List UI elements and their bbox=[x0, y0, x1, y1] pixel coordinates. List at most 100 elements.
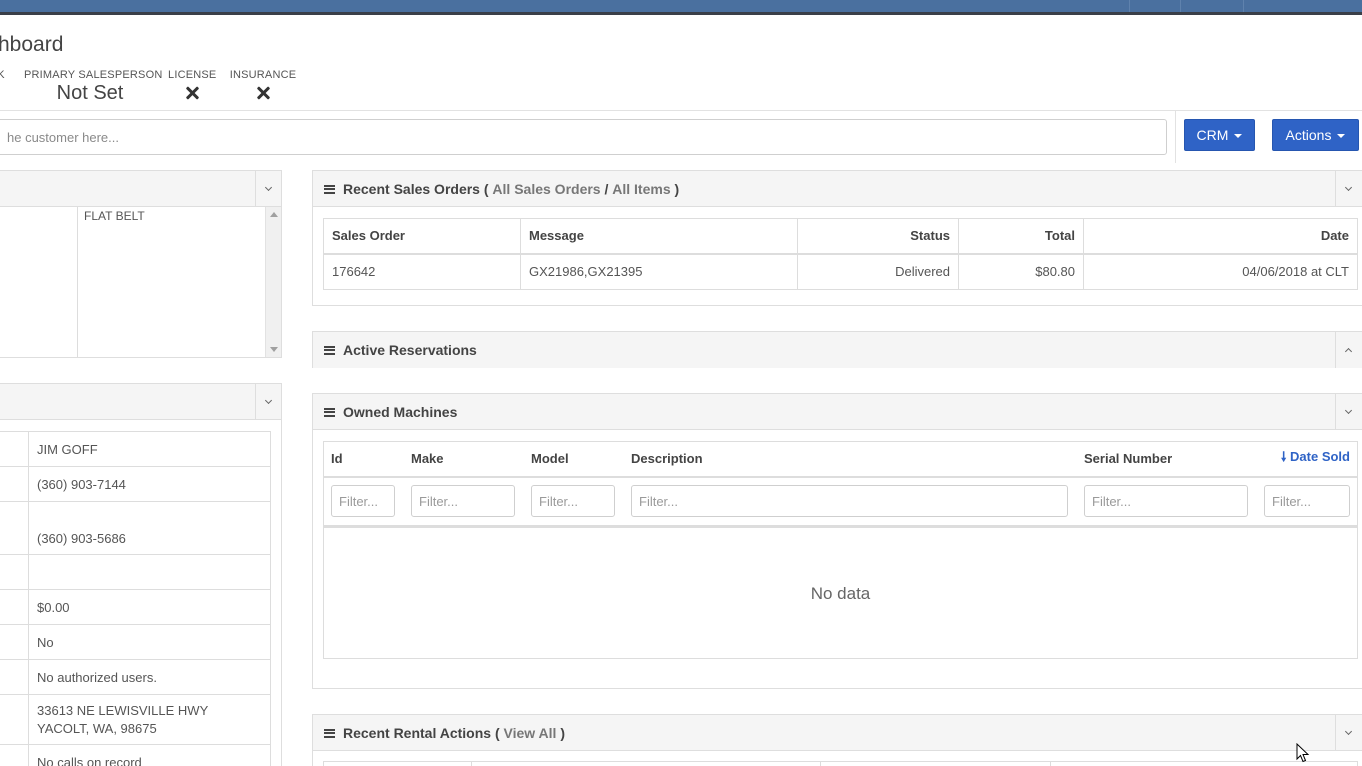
column-header-status[interactable]: Status bbox=[797, 218, 959, 255]
collapse-button[interactable] bbox=[1335, 171, 1361, 207]
table-row: 33613 NE LEWISVILLE HWY YACOLT, WA, 98675 bbox=[0, 694, 271, 745]
make-filter-input[interactable] bbox=[411, 485, 515, 518]
divider bbox=[0, 110, 1362, 111]
panel-title: Recent Rental Actions ( View All ) bbox=[324, 715, 565, 751]
table-header-row: Sales Order Message Status Total Date bbox=[323, 218, 1358, 255]
column-header-message[interactable]: Message bbox=[520, 218, 798, 255]
chevron-down-icon bbox=[1344, 727, 1353, 736]
date-sold-filter-input[interactable] bbox=[1264, 485, 1350, 518]
active-reservations-panel: Active Reservations bbox=[312, 331, 1362, 368]
crm-button[interactable]: CRM bbox=[1184, 119, 1255, 151]
column-header-model[interactable]: Model bbox=[523, 441, 623, 478]
top-nav-item[interactable] bbox=[1129, 0, 1180, 12]
all-sales-orders-link[interactable]: All Sales Orders bbox=[492, 171, 600, 207]
column-divider bbox=[1050, 762, 1051, 766]
stat-value: Not Set bbox=[56, 82, 124, 104]
serial-number-filter-input[interactable] bbox=[1084, 485, 1248, 518]
panel-title-text: Recent Rental Actions bbox=[343, 725, 492, 741]
scroll-down-icon[interactable] bbox=[270, 347, 278, 352]
table-row: (360) 903-7144 bbox=[0, 466, 271, 502]
table-row: JIM GOFF bbox=[0, 431, 271, 467]
id-filter-input[interactable] bbox=[331, 485, 395, 518]
filter-cell bbox=[403, 476, 523, 528]
table-row: (360) 903-5686 bbox=[0, 501, 271, 555]
stat-insurance: INSURANCE bbox=[229, 69, 297, 103]
collapse-button[interactable] bbox=[255, 384, 281, 420]
scroll-up-icon[interactable] bbox=[270, 212, 278, 217]
collapse-button[interactable] bbox=[1335, 394, 1361, 430]
x-icon bbox=[185, 86, 199, 100]
panel-header bbox=[0, 171, 281, 207]
recent-sales-orders-panel: Recent Sales Orders ( All Sales Orders /… bbox=[312, 170, 1362, 306]
table-row[interactable]: 176642 GX21986,GX21395 Delivered $80.80 … bbox=[323, 253, 1358, 290]
filter-cell bbox=[1256, 476, 1358, 528]
sales-order-number[interactable]: 176642 bbox=[323, 253, 521, 290]
expand-button[interactable] bbox=[1335, 332, 1361, 368]
top-nav-item[interactable] bbox=[1180, 0, 1243, 12]
phone-primary: (360) 903-7144 bbox=[28, 466, 271, 502]
address-line-1: 33613 NE LEWISVILLE HWY bbox=[37, 702, 209, 718]
owned-machines-grid: Id Make Model Description Serial Number … bbox=[323, 441, 1358, 659]
stat-label: IK bbox=[0, 69, 5, 81]
view-all-link[interactable]: View All bbox=[504, 715, 557, 751]
column-header-total[interactable]: Total bbox=[958, 218, 1084, 255]
column-header-id[interactable]: Id bbox=[323, 441, 403, 478]
chevron-down-icon bbox=[264, 396, 273, 405]
panel-title: Recent Sales Orders ( All Sales Orders /… bbox=[324, 171, 679, 207]
panel-title: Owned Machines bbox=[324, 394, 457, 430]
owned-machines-panel: Owned Machines Id Make Model Description… bbox=[312, 393, 1362, 689]
left-notes-panel: FLAT BELT bbox=[0, 170, 282, 358]
panel-title-text: Active Reservations bbox=[343, 342, 477, 358]
notes-area: FLAT BELT bbox=[0, 207, 281, 357]
address: 33613 NE LEWISVILLE HWY YACOLT, WA, 98675 bbox=[28, 694, 271, 745]
paren: ) bbox=[560, 725, 566, 741]
column-header-label: Date Sold bbox=[1290, 448, 1350, 464]
grid-body: No data bbox=[324, 530, 1357, 658]
call-history: No calls on record bbox=[28, 744, 271, 766]
top-nav-item[interactable] bbox=[1243, 0, 1362, 12]
panel-header: Active Reservations bbox=[313, 332, 1362, 368]
column-header-sales-order[interactable]: Sales Order bbox=[323, 218, 521, 255]
no-data-message: No data bbox=[810, 584, 871, 603]
customer-info-panel: JIM GOFF (360) 903-7144 (360) 903-5686 $… bbox=[0, 383, 282, 766]
model-filter-input[interactable] bbox=[531, 485, 615, 518]
panel-header: Owned Machines bbox=[313, 394, 1362, 430]
column-header-date[interactable]: Date bbox=[1083, 218, 1358, 255]
column-divider bbox=[471, 762, 472, 766]
customer-search-input[interactable] bbox=[0, 119, 1167, 155]
chevron-down-icon bbox=[1344, 406, 1353, 415]
recent-rental-actions-panel: Recent Rental Actions ( View All ) bbox=[312, 714, 1362, 766]
actions-button[interactable]: Actions bbox=[1272, 119, 1359, 151]
collapse-button[interactable] bbox=[1335, 715, 1361, 751]
scrollbar[interactable] bbox=[265, 207, 281, 357]
all-items-link[interactable]: All Items bbox=[612, 171, 670, 207]
chevron-up-icon bbox=[1344, 347, 1353, 356]
table-row: No authorized users. bbox=[0, 659, 271, 695]
filter-cell bbox=[1076, 476, 1256, 528]
filter-cell bbox=[623, 476, 1076, 528]
column-header-serial-number[interactable]: Serial Number bbox=[1076, 441, 1256, 478]
column-header-make[interactable]: Make bbox=[403, 441, 523, 478]
description-filter-input[interactable] bbox=[631, 485, 1068, 518]
authorized-users: No authorized users. bbox=[28, 659, 271, 695]
address-line-2: YACOLT, WA, 98675 bbox=[37, 720, 157, 736]
collapse-button[interactable] bbox=[255, 171, 281, 207]
sales-order-message: GX21986,GX21395 bbox=[520, 253, 798, 290]
paren: ( bbox=[483, 181, 489, 197]
separator: / bbox=[604, 181, 609, 197]
filter-cell bbox=[323, 476, 403, 528]
panel-header bbox=[0, 384, 281, 420]
panel-header: Recent Rental Actions ( View All ) bbox=[313, 715, 1362, 751]
customer-info-table: JIM GOFF (360) 903-7144 (360) 903-5686 $… bbox=[0, 431, 271, 766]
filter-cell bbox=[523, 476, 623, 528]
mouse-cursor-icon bbox=[1296, 743, 1310, 763]
column-header-description[interactable]: Description bbox=[623, 441, 1076, 478]
table-row: No calls on record bbox=[0, 744, 271, 766]
caret-down-icon bbox=[1234, 134, 1243, 138]
x-icon bbox=[256, 86, 270, 100]
stat-label: INSURANCE bbox=[229, 69, 297, 81]
column-divider bbox=[820, 762, 821, 766]
stat-label: LICENSE bbox=[168, 69, 217, 81]
panel-title-text: Owned Machines bbox=[343, 404, 458, 420]
column-header-date-sold[interactable]: 🠗 Date Sold bbox=[1256, 441, 1358, 478]
